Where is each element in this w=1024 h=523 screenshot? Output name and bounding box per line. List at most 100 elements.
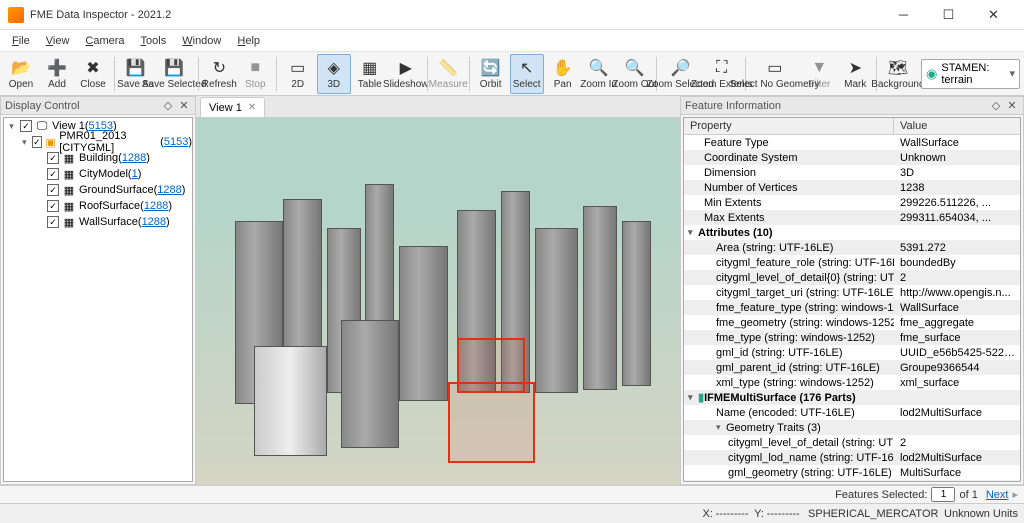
property-row[interactable]: Front Appearance Reference bbox=[684, 480, 1020, 482]
zoomin-icon: 🔍 bbox=[589, 58, 609, 78]
property-row[interactable]: Coordinate SystemUnknown bbox=[684, 150, 1020, 165]
panel-float-button[interactable]: ◇ bbox=[989, 99, 1003, 113]
checkbox[interactable]: ✓ bbox=[20, 120, 32, 132]
property-row[interactable]: Name (encoded: UTF-16LE)lod2MultiSurface bbox=[684, 405, 1020, 420]
tab-close-icon[interactable]: ✕ bbox=[248, 102, 256, 113]
pan-button[interactable]: ✋Pan bbox=[546, 54, 580, 94]
property-row[interactable]: citygml_lod_name (string: UTF-16LE)lod2M… bbox=[684, 450, 1020, 465]
slideshow-button[interactable]: ▶Slideshow bbox=[389, 54, 423, 94]
3d-viewport[interactable] bbox=[196, 118, 680, 485]
selnogeom-button[interactable]: ▭Select No Geometry bbox=[749, 54, 800, 94]
orbit-button[interactable]: 🔄Orbit bbox=[474, 54, 508, 94]
layer-row[interactable]: ✓▦RoofSurface ( 1288 ) bbox=[4, 198, 192, 214]
refresh-button[interactable]: ↻Refresh bbox=[202, 54, 236, 94]
layer-row[interactable]: ✓▦GroundSurface ( 1288 ) bbox=[4, 182, 192, 198]
view-tabs: View 1 ✕ bbox=[196, 96, 680, 118]
menu-camera[interactable]: Camera bbox=[77, 33, 132, 49]
checkbox[interactable]: ✓ bbox=[47, 216, 59, 228]
property-row[interactable]: Min Extents299226.511226, ... bbox=[684, 195, 1020, 210]
property-column[interactable]: Property bbox=[684, 118, 894, 134]
maximize-button[interactable]: ☐ bbox=[926, 0, 971, 30]
layer-row[interactable]: ✓▦WallSurface ( 1288 ) bbox=[4, 214, 192, 230]
open-button[interactable]: 📂Open bbox=[4, 54, 38, 94]
expand-icon[interactable]: ▾ bbox=[20, 137, 29, 148]
next-link[interactable]: Next bbox=[986, 489, 1009, 501]
zoomext-icon: ⛶ bbox=[712, 58, 732, 78]
layer-row[interactable]: ✓▦CityModel ( 1 ) bbox=[4, 166, 192, 182]
property-row[interactable]: ▾Attributes (10) bbox=[684, 225, 1020, 240]
property-row[interactable]: ▾▮ IFMEMultiSurface (176 Parts) bbox=[684, 390, 1020, 405]
property-row[interactable]: gml_parent_id (string: UTF-16LE)Groupe93… bbox=[684, 360, 1020, 375]
panel-close-button[interactable]: ✕ bbox=[1005, 99, 1019, 113]
title-bar: FME Data Inspector - 2021.2 ─ ☐ ✕ bbox=[0, 0, 1024, 30]
property-row[interactable]: citygml_level_of_detail{0} (string: UTF-… bbox=[684, 270, 1020, 285]
menu-window[interactable]: Window bbox=[174, 33, 229, 49]
property-row[interactable]: Area (string: UTF-16LE)5391.272 bbox=[684, 240, 1020, 255]
layer-row[interactable]: ✓▦Building ( 1288 ) bbox=[4, 150, 192, 166]
property-row[interactable]: ▾Geometry Traits (3) bbox=[684, 420, 1020, 435]
layer-tree[interactable]: ▾✓🖵View 1 ( 5153 ) ▾✓▣PMR01_2013 [CITYGM… bbox=[3, 117, 193, 482]
value-column[interactable]: Value bbox=[894, 118, 933, 134]
display-control-panel: Display Control ◇ ✕ ▾✓🖵View 1 ( 5153 ) ▾… bbox=[0, 96, 196, 485]
measure-icon: 📏 bbox=[438, 58, 458, 78]
property-row[interactable]: fme_type (string: windows-1252)fme_surfa… bbox=[684, 330, 1020, 345]
property-row[interactable]: Max Extents299311.654034, ... bbox=[684, 210, 1020, 225]
panel-float-button[interactable]: ◇ bbox=[161, 99, 175, 113]
filter-icon: ▼ bbox=[809, 58, 829, 78]
status-bar: X: --------- Y: --------- SPHERICAL_MERC… bbox=[0, 503, 1024, 523]
measure-button: 📏Measure bbox=[431, 54, 465, 94]
layer-icon: ▦ bbox=[62, 167, 76, 181]
panel-close-button[interactable]: ✕ bbox=[177, 99, 191, 113]
select-button[interactable]: ↖Select bbox=[510, 54, 544, 94]
menu-bar: File View Camera Tools Window Help bbox=[0, 30, 1024, 52]
property-grid[interactable]: Property Value Feature TypeWallSurfaceCo… bbox=[683, 117, 1021, 482]
table-button[interactable]: ▦Table bbox=[353, 54, 387, 94]
property-row[interactable]: citygml_level_of_detail (string: UTF-16L… bbox=[684, 435, 1020, 450]
property-row[interactable]: gml_geometry (string: UTF-16LE)MultiSurf… bbox=[684, 465, 1020, 480]
tab-view1[interactable]: View 1 ✕ bbox=[200, 97, 265, 117]
3d-button[interactable]: ◈3D bbox=[317, 54, 351, 94]
zoomin-button[interactable]: 🔍Zoom In bbox=[582, 54, 616, 94]
chevron-down-icon: ▾ bbox=[1009, 67, 1015, 80]
property-row[interactable]: citygml_target_uri (string: UTF-16LE)htt… bbox=[684, 285, 1020, 300]
menu-file[interactable]: File bbox=[4, 33, 38, 49]
menu-tools[interactable]: Tools bbox=[133, 33, 175, 49]
feature-info-title: Feature Information bbox=[685, 100, 781, 112]
property-row[interactable]: Number of Vertices1238 bbox=[684, 180, 1020, 195]
close-window-button[interactable]: ✕ bbox=[971, 0, 1016, 30]
layer-icon: ▦ bbox=[62, 199, 76, 213]
property-row[interactable]: fme_feature_type (string: windows-1252)W… bbox=[684, 300, 1020, 315]
menu-view[interactable]: View bbox=[38, 33, 78, 49]
layer-icon: ▦ bbox=[62, 151, 76, 165]
basemap-selector[interactable]: ◉ STAMEN: terrain ▾ bbox=[921, 59, 1020, 89]
property-row[interactable]: citygml_feature_role (string: UTF-16LE)b… bbox=[684, 255, 1020, 270]
property-row[interactable]: gml_id (string: UTF-16LE)UUID_e56b5425-5… bbox=[684, 345, 1020, 360]
select-icon: ↖ bbox=[517, 58, 537, 78]
property-row[interactable]: fme_geometry (string: windows-1252)fme_a… bbox=[684, 315, 1020, 330]
savesel-button[interactable]: 💾Save Selected bbox=[154, 54, 193, 94]
add-button[interactable]: ➕Add bbox=[40, 54, 74, 94]
property-row[interactable]: Feature TypeWallSurface bbox=[684, 135, 1020, 150]
background-button[interactable]: 🗺Background bbox=[881, 54, 915, 94]
center-area: View 1 ✕ bbox=[196, 96, 680, 485]
save-icon: 💾 bbox=[125, 58, 145, 78]
selection-status: Features Selected: of 1 Next ▸ bbox=[0, 485, 1024, 503]
checkbox[interactable]: ✓ bbox=[47, 168, 59, 180]
menu-help[interactable]: Help bbox=[229, 33, 268, 49]
close-button[interactable]: ✖Close bbox=[76, 54, 110, 94]
2d-button[interactable]: ▭2D bbox=[281, 54, 315, 94]
checkbox[interactable]: ✓ bbox=[47, 184, 59, 196]
expand-icon[interactable]: ▾ bbox=[6, 121, 17, 132]
app-icon bbox=[8, 7, 24, 23]
refresh-icon: ↻ bbox=[209, 58, 229, 78]
property-row[interactable]: xml_type (string: windows-1252)xml_surfa… bbox=[684, 375, 1020, 390]
open-icon: 📂 bbox=[11, 58, 31, 78]
mark-button[interactable]: ➤Mark bbox=[838, 54, 872, 94]
minimize-button[interactable]: ─ bbox=[881, 0, 926, 30]
selected-feature[interactable] bbox=[448, 382, 535, 463]
checkbox[interactable]: ✓ bbox=[47, 200, 59, 212]
property-row[interactable]: Dimension3D bbox=[684, 165, 1020, 180]
checkbox[interactable]: ✓ bbox=[47, 152, 59, 164]
selection-index-input[interactable] bbox=[931, 487, 955, 502]
checkbox[interactable]: ✓ bbox=[32, 136, 42, 148]
